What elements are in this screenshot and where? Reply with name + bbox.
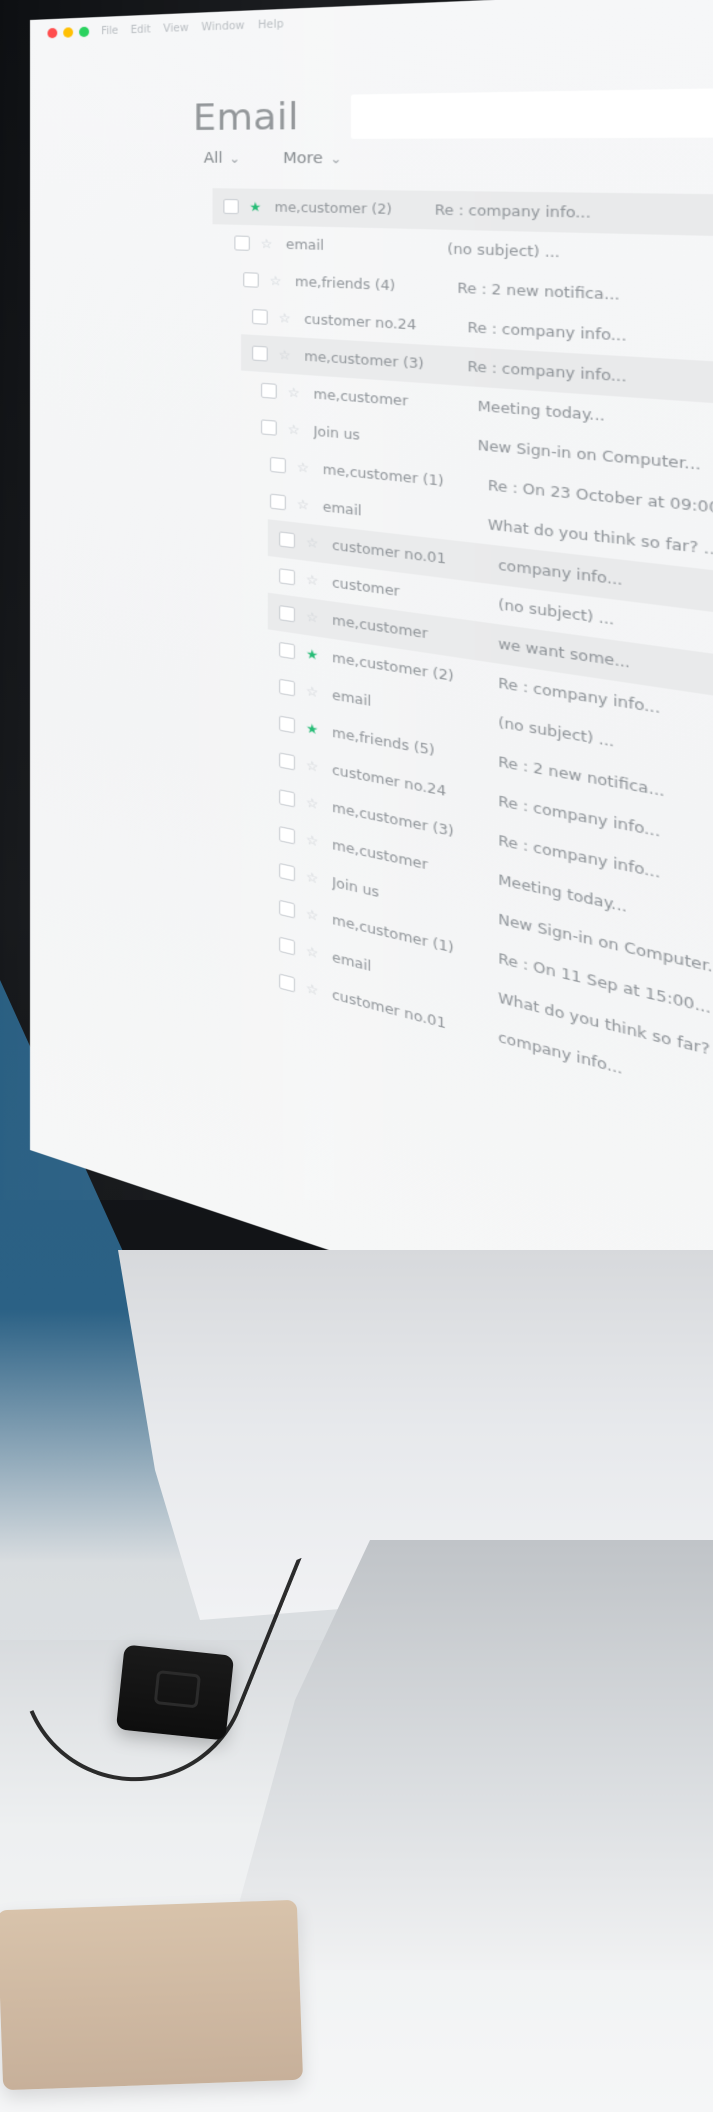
email-filters: All ⌄ More ⌄ [204, 150, 713, 171]
star-outline-icon[interactable]: ☆ [304, 683, 320, 701]
checkbox[interactable] [261, 382, 277, 399]
menu-item-window[interactable]: Window [201, 20, 244, 33]
star-outline-icon[interactable]: ☆ [304, 757, 320, 775]
checkbox[interactable] [279, 936, 296, 956]
menu-item-help[interactable]: Help [258, 18, 284, 31]
menu-item-view[interactable]: View [163, 22, 188, 35]
star-outline-icon[interactable]: ☆ [286, 384, 302, 401]
window-controls[interactable] [47, 26, 90, 39]
star-outline-icon[interactable]: ☆ [268, 273, 284, 289]
star-outline-icon[interactable]: ☆ [304, 943, 320, 962]
star-outline-icon[interactable]: ☆ [295, 459, 311, 476]
star-outline-icon[interactable]: ☆ [304, 906, 320, 925]
email-sender: me,customer [313, 386, 409, 410]
filter-all-label: All [203, 149, 223, 168]
checkbox[interactable] [279, 862, 296, 882]
checkbox[interactable] [270, 456, 286, 474]
checkbox[interactable] [279, 678, 296, 697]
email-panel: Email All ⌄ More ⌄ ★ me,customer (2) Re : … [193, 59, 713, 1352]
star-outline-icon[interactable]: ☆ [277, 347, 293, 363]
chevron-down-icon: ⌄ [229, 151, 241, 167]
checkbox[interactable] [270, 493, 286, 511]
star-filled-icon[interactable]: ★ [304, 720, 320, 738]
email-list: ★ me,customer (2) Re : company info... ☆ ema… [212, 188, 713, 1163]
email-search-bar[interactable] [350, 85, 713, 139]
minimize-window-icon[interactable] [63, 27, 74, 38]
checkbox[interactable] [261, 419, 277, 436]
checkbox[interactable] [279, 715, 296, 734]
star-filled-icon[interactable]: ★ [248, 199, 264, 214]
checkbox[interactable] [279, 973, 296, 993]
email-sender: me,friends (4) [295, 274, 396, 294]
checkbox[interactable] [279, 641, 296, 660]
checkbox[interactable] [223, 198, 239, 215]
chevron-down-icon: ⌄ [329, 151, 342, 167]
close-window-icon[interactable] [47, 27, 58, 39]
email-subject: (no subject) ... [447, 241, 560, 261]
checkbox[interactable] [234, 235, 250, 251]
email-sender: customer no.24 [304, 311, 417, 333]
checkbox[interactable] [279, 789, 296, 808]
checkbox[interactable] [252, 345, 268, 362]
star-filled-icon[interactable]: ★ [304, 646, 320, 664]
star-outline-icon[interactable]: ☆ [295, 496, 311, 513]
checkbox[interactable] [252, 308, 268, 325]
app-menu[interactable]: File Edit View Window Help [101, 18, 284, 37]
star-outline-icon[interactable]: ☆ [286, 421, 302, 438]
star-outline-icon[interactable]: ☆ [259, 236, 275, 252]
email-sender: me,customer (3) [304, 348, 424, 372]
star-outline-icon[interactable]: ☆ [304, 571, 320, 589]
filter-more-label: More [282, 149, 323, 168]
menu-item-file[interactable]: File [101, 25, 118, 37]
checkbox[interactable] [279, 605, 296, 623]
email-subject: Re : 2 new notifica... [457, 280, 620, 304]
checkbox[interactable] [279, 752, 296, 771]
star-outline-icon[interactable]: ☆ [304, 534, 320, 552]
email-sender: email [285, 236, 325, 254]
checkbox[interactable] [243, 272, 259, 288]
checkbox[interactable] [279, 531, 296, 549]
email-sender: Join us [313, 423, 360, 444]
star-outline-icon[interactable]: ☆ [277, 310, 293, 326]
star-outline-icon[interactable]: ☆ [304, 868, 320, 887]
star-outline-icon[interactable]: ☆ [304, 980, 320, 999]
star-outline-icon[interactable]: ☆ [304, 794, 320, 813]
zoom-window-icon[interactable] [79, 26, 90, 38]
checkbox[interactable] [279, 568, 296, 586]
power-plug-slot [153, 1670, 202, 1709]
email-sender: me,customer (2) [274, 199, 392, 218]
filter-more[interactable]: More ⌄ [283, 150, 342, 168]
email-sender: me,customer (1) [322, 461, 444, 490]
star-outline-icon[interactable]: ☆ [304, 609, 320, 627]
email-subject: Re : company info... [434, 202, 591, 222]
filter-all[interactable]: All ⌄ [204, 150, 241, 167]
star-outline-icon[interactable]: ☆ [304, 831, 320, 850]
checkbox[interactable] [279, 899, 296, 919]
menu-item-edit[interactable]: Edit [131, 24, 151, 36]
power-plug [115, 1644, 235, 1741]
notebook [0, 1899, 304, 2091]
checkbox[interactable] [279, 826, 296, 845]
